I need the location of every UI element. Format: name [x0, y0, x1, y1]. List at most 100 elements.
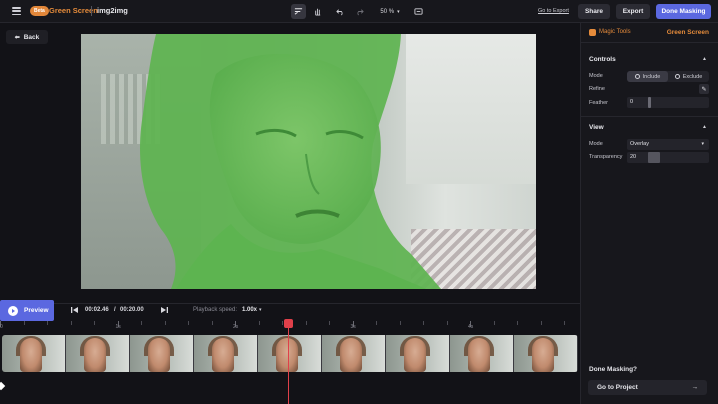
- transparency-label: Transparency: [589, 154, 623, 160]
- arrow-right-icon: →: [691, 384, 699, 391]
- feather-label: Feather: [589, 100, 608, 106]
- go-to-project-button[interactable]: Go to Project →: [588, 380, 707, 395]
- frame-face: [212, 338, 234, 372]
- film-frame[interactable]: [130, 335, 194, 372]
- current-time: 00:02.46: [85, 307, 109, 313]
- mode-toggle[interactable]: Include Exclude: [627, 71, 709, 82]
- undo-button[interactable]: [333, 4, 348, 19]
- video-canvas[interactable]: [81, 34, 536, 289]
- zoom-select[interactable]: 50 % ▾: [374, 4, 406, 19]
- ruler-tick: [329, 321, 330, 325]
- chevron-up-icon[interactable]: ▲: [702, 124, 707, 130]
- right-panel: Magic Tools Green Screen Controls ▲ Mode…: [580, 23, 718, 404]
- exclude-icon: [674, 74, 680, 79]
- pen-icon: ✎: [701, 86, 707, 93]
- film-frame[interactable]: [450, 335, 514, 372]
- ruler-label: 2s: [233, 324, 239, 330]
- film-frame[interactable]: [66, 335, 130, 372]
- mode-label: Mode: [589, 73, 603, 79]
- redo-icon: [357, 9, 364, 16]
- ruler-tick: [376, 321, 377, 325]
- redo-button[interactable]: [352, 4, 367, 19]
- include-icon: [634, 74, 640, 79]
- keyframe-marker[interactable]: [0, 381, 6, 391]
- ruler-label: 4s: [468, 324, 474, 330]
- section-divider: [581, 116, 718, 117]
- share-button[interactable]: Share: [578, 4, 610, 19]
- ruler-tick: [47, 321, 48, 325]
- undo-icon: [336, 9, 343, 16]
- back-button[interactable]: ⬅ Back: [6, 30, 48, 44]
- chevron-down-icon[interactable]: ▾: [259, 307, 262, 313]
- view-section-title[interactable]: View: [589, 124, 604, 131]
- exclude-option[interactable]: Exclude: [668, 71, 709, 82]
- transparency-slider[interactable]: 20: [627, 152, 709, 163]
- ruler-label: 3s: [350, 324, 356, 330]
- ruler-tick: [564, 321, 565, 325]
- playhead-line: [288, 324, 289, 404]
- chevron-down-icon: ▾: [701, 141, 704, 147]
- playhead-handle[interactable]: [284, 319, 293, 328]
- time-separator: /: [114, 307, 116, 313]
- go-to-project-label: Go to Project: [597, 384, 638, 391]
- brush-tool-button[interactable]: [291, 4, 306, 19]
- film-frame[interactable]: [322, 335, 386, 372]
- skip-back-icon[interactable]: [71, 306, 79, 314]
- hand-icon: [315, 8, 321, 16]
- ruler-label: 1s: [115, 324, 121, 330]
- chevron-up-icon[interactable]: ▲: [702, 56, 707, 62]
- frame-face: [340, 338, 362, 372]
- include-option[interactable]: Include: [627, 71, 668, 82]
- controls-section-title[interactable]: Controls: [589, 56, 616, 63]
- panel-header: Magic Tools Green Screen: [581, 23, 718, 43]
- frame-face: [276, 338, 298, 372]
- magic-tools-label[interactable]: Magic Tools: [599, 29, 631, 35]
- chevron-down-icon: ▾: [397, 8, 400, 15]
- done-masking-question: Done Masking?: [589, 366, 638, 373]
- ruler-tick: [258, 321, 260, 325]
- ruler-tick: [94, 321, 95, 325]
- transparency-slider-handle[interactable]: [648, 152, 660, 163]
- fit-screen-button[interactable]: [411, 4, 426, 19]
- ruler-tick: [164, 321, 166, 325]
- ruler-tick: [540, 321, 542, 325]
- feather-slider[interactable]: 0: [627, 97, 709, 108]
- total-time: 00:20.00: [120, 307, 144, 313]
- hand-tool-button[interactable]: [310, 4, 325, 19]
- ruler-label: 0: [0, 324, 3, 330]
- film-frame[interactable]: [258, 335, 322, 372]
- ruler-tick: [211, 321, 213, 325]
- film-frame[interactable]: [386, 335, 450, 372]
- green-mask-overlay: [140, 34, 441, 289]
- feather-slider-handle[interactable]: [648, 97, 651, 108]
- done-masking-button[interactable]: Done Masking: [656, 4, 711, 19]
- refine-label: Refine: [589, 86, 605, 92]
- view-mode-select[interactable]: Overlay ▾: [627, 139, 709, 150]
- preview-button[interactable]: Preview: [0, 300, 54, 321]
- magic-tools-icon: [589, 29, 596, 36]
- go-to-export-link[interactable]: Go to Export: [538, 8, 569, 14]
- arrow-left-icon: ⬅: [14, 34, 20, 41]
- view-mode-label: Mode: [589, 141, 603, 147]
- frame-face: [532, 338, 554, 372]
- film-frame[interactable]: [194, 335, 258, 372]
- skip-forward-icon[interactable]: [160, 306, 168, 314]
- back-label: Back: [23, 33, 40, 41]
- refine-pen-button[interactable]: ✎: [699, 84, 709, 94]
- film-frame[interactable]: [2, 335, 66, 372]
- file-name[interactable]: img2img: [97, 6, 128, 15]
- ruler-tick: [399, 321, 401, 325]
- ruler-tick: [282, 321, 283, 325]
- filmstrip[interactable]: [2, 335, 578, 372]
- ruler-tick: [493, 321, 495, 325]
- play-icon: [8, 305, 18, 316]
- tool-mode-label: Green Screen: [666, 29, 709, 36]
- menu-icon[interactable]: [12, 7, 21, 16]
- playback-speed-select[interactable]: 1.00x: [242, 307, 257, 313]
- film-frame[interactable]: [514, 335, 578, 372]
- export-button[interactable]: Export: [616, 4, 650, 19]
- beta-badge: Beta: [30, 6, 49, 16]
- transparency-value: 20: [630, 154, 637, 160]
- ruler-tick: [188, 321, 189, 325]
- frame-face: [20, 338, 42, 372]
